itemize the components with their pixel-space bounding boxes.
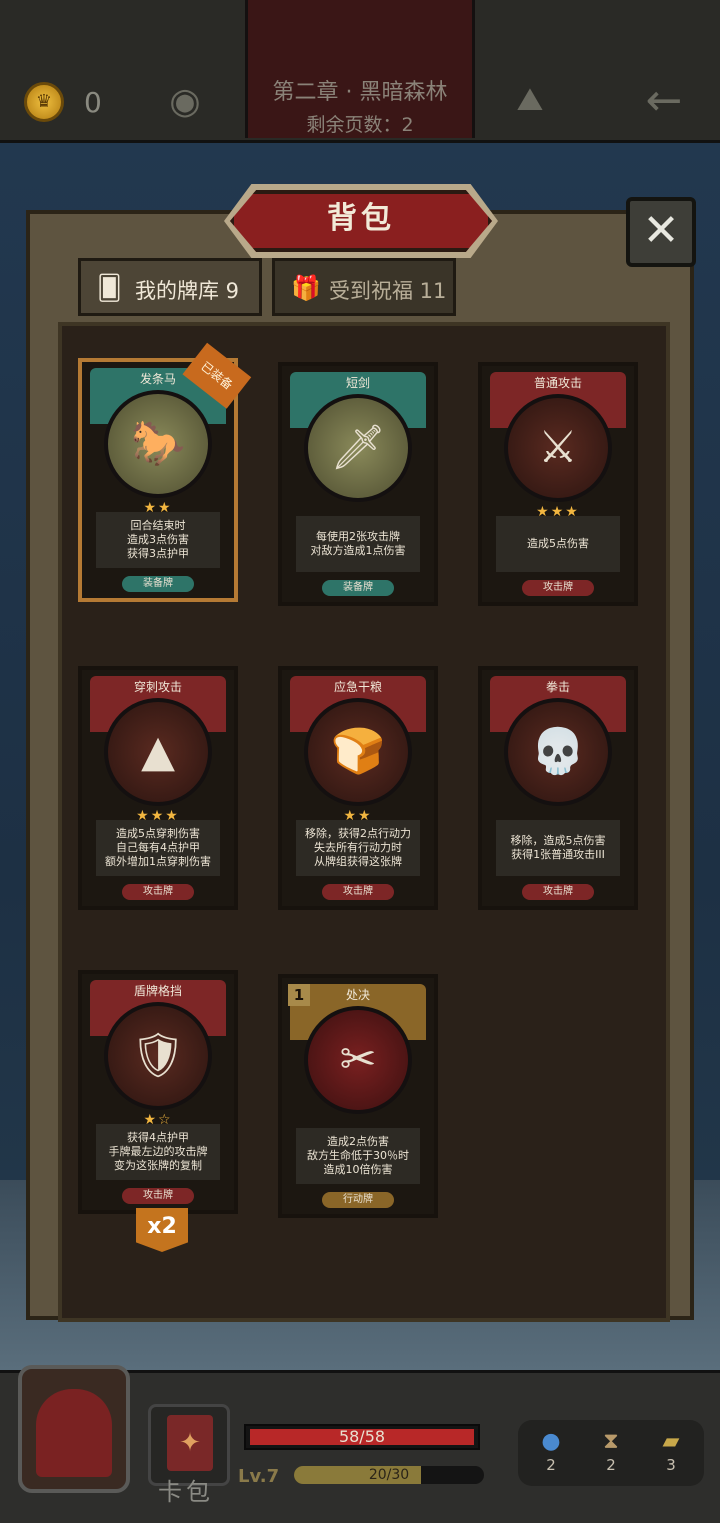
card-name: 穿刺攻击 <box>133 680 182 694</box>
card-description: 造成2点伤害 敌方生命低于30％时 造成10倍伤害 <box>296 1128 420 1184</box>
spikes-icon: ▲ <box>141 726 175 777</box>
back-arrow-icon[interactable]: ← <box>636 78 692 124</box>
card-name: 拳击 <box>545 680 570 694</box>
card-art: ⚔ <box>504 394 612 502</box>
sword-icon: ⚔ <box>538 422 578 473</box>
card-normal-attack[interactable]: 普通攻击 ⚔ ★★★ 造成5点伤害 攻击牌 <box>478 362 638 606</box>
execution-icon: ✂ <box>339 1034 377 1085</box>
stat-potions[interactable]: ● 2 <box>522 1420 580 1486</box>
hero-portrait[interactable] <box>18 1365 130 1493</box>
card-description: 移除，造成5点伤害 获得1张普通攻击III <box>496 820 620 876</box>
hp-bar: 58/58 <box>244 1424 480 1450</box>
tab-label: 我的牌库 9 <box>135 279 240 303</box>
card-description: 造成5点穿刺伤害 自己每有4点护甲 额外增加1点穿刺伤害 <box>96 820 220 876</box>
spellbook-icon: ✦ <box>167 1415 213 1471</box>
card-punch[interactable]: 拳击 💀 移除，造成5点伤害 获得1张普通攻击III 攻击牌 <box>478 666 638 910</box>
card-art: ✂ <box>304 1006 412 1114</box>
card-name: 普通攻击 <box>533 376 582 390</box>
hp-value: 58/58 <box>338 1427 386 1446</box>
card-art: 🛡 <box>104 1002 212 1110</box>
card-type: 攻击牌 <box>522 884 594 900</box>
top-bar: ♛ 0 ◉ 第二章 · 黑暗森林 剩余页数：2 ⛰ ← <box>0 0 720 143</box>
skull-punch-icon: 💀 <box>530 726 586 777</box>
card-name: 短剑 <box>345 376 370 390</box>
inventory-stats: ● 2 ⧗ 2 ▰ 3 <box>518 1420 704 1486</box>
card-emergency-rations[interactable]: 应急干粮 🍞 ★★ 移除，获得2点行动力 失去所有行动力时 从牌组获得这张牌 攻… <box>278 666 438 910</box>
eye-icon[interactable]: ◉ <box>160 82 210 122</box>
card-art: 🗡 <box>304 394 412 502</box>
card-type: 装备牌 <box>122 576 194 592</box>
stat-value: 3 <box>666 1456 676 1474</box>
stat-value: 2 <box>606 1456 616 1474</box>
card-shield-block[interactable]: 盾牌格挡 🛡 ★☆ 获得4点护甲 手牌最左边的攻击牌 变为这张牌的复制 攻击牌 <box>78 970 238 1214</box>
card-art: 🐎 <box>104 390 212 498</box>
card-name: 应急干粮 <box>333 680 382 694</box>
card-type: 攻击牌 <box>122 1188 194 1204</box>
card-description: 回合结束时 造成3点伤害 获得3点护甲 <box>96 512 220 568</box>
potion-icon: ● <box>541 1429 561 1454</box>
card-type: 攻击牌 <box>322 884 394 900</box>
tab-my-deck[interactable]: 🂠 我的牌库 9 <box>78 258 262 316</box>
card-short-sword[interactable]: 短剑 🗡 每使用2张攻击牌 对敌方造成1点伤害 装备牌 <box>278 362 438 606</box>
card-art: 🍞 <box>304 698 412 806</box>
stat-cards[interactable]: ▰ 3 <box>642 1420 700 1486</box>
card-type: 攻击牌 <box>122 884 194 900</box>
xp-bar: 20/30 <box>294 1466 484 1484</box>
pages-left: 剩余页数：2 <box>306 114 414 136</box>
card-type: 行动牌 <box>322 1192 394 1208</box>
shield-knight-icon: 🛡 <box>130 1030 186 1081</box>
card-description: 造成5点伤害 <box>496 516 620 572</box>
xp-value: 20/30 <box>368 1467 410 1483</box>
cards-icon: 🂠 <box>97 274 122 302</box>
cards-stack-icon: ▰ <box>662 1429 680 1454</box>
card-clockwork-horse[interactable]: 发条马 🐎 已装备 ★★ 回合结束时 造成3点伤害 获得3点护甲 装备牌 <box>78 342 252 602</box>
card-description: 获得4点护甲 手牌最左边的攻击牌 变为这张牌的复制 <box>96 1124 220 1180</box>
stat-hourglass[interactable]: ⧗ 2 <box>582 1420 640 1486</box>
dagger-icon: 🗡 <box>330 422 386 473</box>
card-art: ▲ <box>104 698 212 806</box>
stat-value: 2 <box>546 1456 556 1474</box>
tab-blessings[interactable]: 🎁 受到祝福 11 <box>272 258 456 316</box>
rations-icon: 🍞 <box>330 726 386 777</box>
hero-avatar <box>36 1389 112 1477</box>
card-pierce-attack[interactable]: 穿刺攻击 ▲ ★★★ 造成5点穿刺伤害 自己每有4点护甲 额外增加1点穿刺伤害 … <box>78 666 238 910</box>
horse-icon: 🐎 <box>130 418 186 469</box>
chapter-title: 第二章 · 黑暗森林 <box>272 80 448 105</box>
close-button[interactable]: ✕ <box>626 197 696 267</box>
card-name: 盾牌格挡 <box>133 984 182 998</box>
card-art: 💀 <box>504 698 612 806</box>
chapter-banner: 第二章 · 黑暗森林 剩余页数：2 <box>245 0 475 138</box>
player-level: Lv.7 <box>238 1466 280 1487</box>
panel-title: 背包 <box>327 201 395 236</box>
hourglass-icon: ⧗ <box>603 1429 619 1454</box>
tab-label: 受到祝福 11 <box>329 279 447 303</box>
card-cost: 1 <box>288 984 310 1006</box>
gift-icon: 🎁 <box>291 274 321 302</box>
card-type: 攻击牌 <box>522 580 594 596</box>
card-execute[interactable]: 处决 1 ✂ 造成2点伤害 敌方生命低于30％时 造成10倍伤害 行动牌 <box>278 974 438 1218</box>
crown-coin-icon: ♛ <box>24 82 64 122</box>
cardpack-label: 卡包 <box>158 1478 214 1506</box>
card-type: 装备牌 <box>322 580 394 596</box>
coin-count: 0 <box>84 86 102 119</box>
card-description: 每使用2张攻击牌 对敌方造成1点伤害 <box>296 516 420 572</box>
map-icon[interactable]: ⛰ <box>505 80 555 120</box>
card-description: 移除，获得2点行动力 失去所有行动力时 从牌组获得这张牌 <box>296 820 420 876</box>
